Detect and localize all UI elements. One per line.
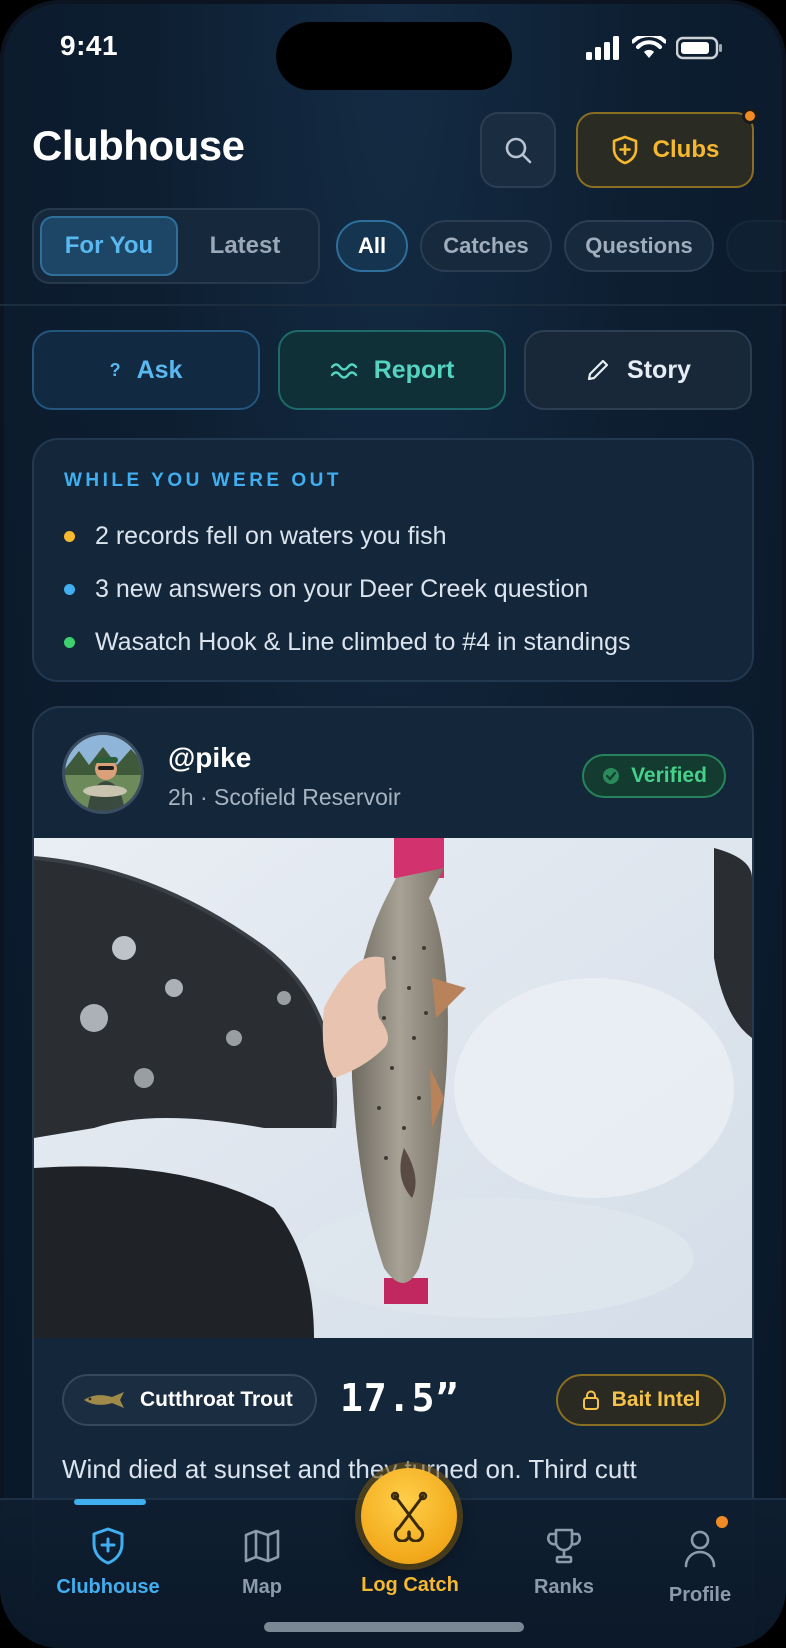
update-item[interactable]: Wasatch Hook & Line climbed to #4 in sta… xyxy=(64,616,722,669)
active-tab-indicator xyxy=(74,1499,146,1505)
filter-chip-questions[interactable]: Questions xyxy=(564,220,714,272)
tab-clubhouse[interactable]: Clubhouse xyxy=(52,1500,164,1599)
status-dot-green xyxy=(64,637,75,648)
feed-segmented-control: For You Latest xyxy=(32,208,320,284)
page-title: Clubhouse xyxy=(32,122,245,169)
battery-icon xyxy=(676,36,722,60)
search-button[interactable] xyxy=(480,112,556,188)
tab-for-you[interactable]: For You xyxy=(40,216,178,276)
ask-button[interactable]: ? Ask xyxy=(32,330,260,410)
post-username[interactable]: @pike xyxy=(168,742,251,774)
while-you-were-out-title: WHILE YOU WERE OUT xyxy=(64,470,342,491)
status-dot-gold xyxy=(64,531,75,542)
bait-intel-button[interactable]: Bait Intel xyxy=(556,1374,726,1426)
clubs-button-label: Clubs xyxy=(652,136,720,163)
hooks-icon xyxy=(390,1491,428,1542)
check-circle-icon xyxy=(603,768,620,784)
status-time: 9:41 xyxy=(60,30,119,61)
fish-icon xyxy=(84,1392,124,1408)
tab-label: Clubhouse xyxy=(56,1576,160,1598)
profile-notification-dot xyxy=(716,1516,728,1528)
update-text: 3 new answers on your Deer Creek questio… xyxy=(95,575,589,603)
search-icon xyxy=(505,137,532,164)
verified-label: Verified xyxy=(631,764,707,787)
tab-ranks[interactable]: Ranks xyxy=(516,1500,612,1599)
header-divider xyxy=(0,304,786,306)
tab-profile[interactable]: Profile xyxy=(660,1500,740,1607)
lock-icon xyxy=(582,1390,599,1410)
question-icon: ? xyxy=(109,359,121,380)
update-text: 2 records fell on waters you fish xyxy=(95,522,447,550)
tab-latest[interactable]: Latest xyxy=(178,216,312,276)
update-item[interactable]: 2 records fell on waters you fish xyxy=(64,510,722,563)
clubs-button[interactable]: Clubs xyxy=(576,112,754,188)
story-button-label: Story xyxy=(627,355,691,384)
story-button[interactable]: Story xyxy=(524,330,752,410)
filter-chip-more[interactable] xyxy=(726,220,786,272)
person-icon xyxy=(684,1530,716,1568)
update-text: Wasatch Hook & Line climbed to #4 in sta… xyxy=(95,628,631,656)
trophy-icon xyxy=(546,1528,582,1564)
status-icons xyxy=(586,36,724,60)
home-indicator[interactable] xyxy=(264,1622,524,1632)
status-bar: 9:41 xyxy=(0,0,786,92)
tab-label: Profile xyxy=(668,1584,732,1606)
report-button-label: Report xyxy=(373,355,455,384)
post-meta: 2h · Scofield Reservoir xyxy=(168,784,401,810)
species-tag[interactable]: Cutthroat Trout xyxy=(62,1374,317,1426)
tab-map[interactable]: Map xyxy=(222,1500,302,1599)
shield-plus-icon xyxy=(612,135,637,165)
filter-chip-catches[interactable]: Catches xyxy=(420,220,552,272)
log-catch-button[interactable] xyxy=(361,1468,457,1564)
avatar[interactable] xyxy=(62,732,144,814)
ask-button-label: Ask xyxy=(136,355,183,384)
map-icon xyxy=(244,1529,280,1563)
filter-chip-all[interactable]: All xyxy=(336,220,408,272)
verified-badge: Verified xyxy=(582,754,726,798)
report-button[interactable]: Report xyxy=(278,330,506,410)
catch-length: 17.5” xyxy=(340,1376,460,1420)
tab-label: Map xyxy=(242,1576,282,1598)
species-label: Cutthroat Trout xyxy=(140,1388,293,1411)
cellular-signal-icon xyxy=(586,36,619,60)
shield-plus-icon xyxy=(92,1527,124,1565)
wifi-icon xyxy=(632,36,666,58)
clubs-notification-dot xyxy=(742,108,758,124)
pencil-icon xyxy=(587,359,609,381)
phone-screen: 9:41 Clubhouse Clubs For You Latest All … xyxy=(0,0,786,1648)
while-you-were-out-card: WHILE YOU WERE OUT 2 records fell on wat… xyxy=(32,438,754,682)
bait-intel-label: Bait Intel xyxy=(611,1388,701,1411)
update-item[interactable]: 3 new answers on your Deer Creek questio… xyxy=(64,563,722,616)
dynamic-island xyxy=(276,22,512,90)
tab-label: Ranks xyxy=(533,1576,595,1598)
status-dot-blue xyxy=(64,584,75,595)
log-catch-label[interactable]: Log Catch xyxy=(340,1574,480,1597)
catch-photo[interactable] xyxy=(34,838,752,1338)
waves-icon xyxy=(330,363,357,379)
